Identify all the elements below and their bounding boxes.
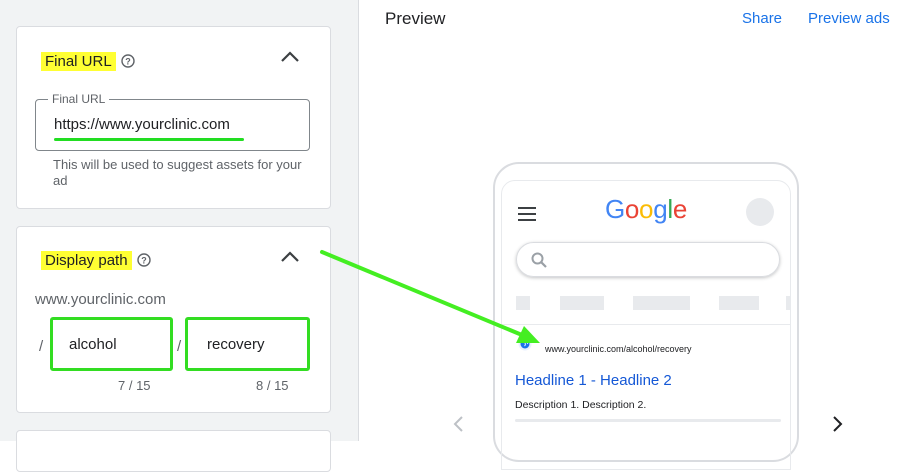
path2-value: recovery xyxy=(207,335,265,353)
help-circle-icon[interactable]: ? xyxy=(136,253,151,267)
final-url-title-text: Final URL xyxy=(41,51,116,71)
logo-letter: o xyxy=(639,194,654,224)
search-input[interactable] xyxy=(516,242,780,277)
display-path-title-text: Display path xyxy=(41,250,132,270)
share-button[interactable]: Share xyxy=(742,10,782,27)
chevron-up-icon xyxy=(281,251,299,262)
chevron-right-icon xyxy=(833,416,843,432)
path2-input[interactable]: recovery xyxy=(185,317,310,371)
path-separator: / xyxy=(39,338,44,355)
display-path-card: Display path ? www.yourclinic.com / alco… xyxy=(16,226,331,413)
help-circle-icon[interactable]: ? xyxy=(120,54,135,68)
collapse-final-url-button[interactable] xyxy=(278,45,302,69)
path2-counter: 8 / 15 xyxy=(256,378,289,393)
tab-placeholder xyxy=(633,296,690,310)
final-url-input[interactable]: Final URL https://www.yourclinic.com xyxy=(35,92,310,151)
preview-panel: Preview Share Preview ads Google www.you… xyxy=(359,0,913,470)
tab-placeholder xyxy=(786,296,790,310)
path-separator: / xyxy=(177,338,182,355)
logo-letter: g xyxy=(653,194,668,224)
next-preview-button[interactable] xyxy=(827,413,847,435)
display-domain: www.yourclinic.com xyxy=(35,291,166,308)
preview-ads-button[interactable]: Preview ads xyxy=(808,10,890,27)
svg-text:?: ? xyxy=(141,255,147,265)
ad-display-url: www.yourclinic.com/alcohol/recovery xyxy=(545,344,692,354)
final-url-card-title: Final URL ? xyxy=(41,48,135,74)
annotation-underline xyxy=(54,138,244,141)
tab-placeholder xyxy=(516,296,530,310)
tab-placeholder xyxy=(560,296,604,310)
ad-divider xyxy=(515,419,781,422)
logo-letter: G xyxy=(604,194,625,224)
search-icon xyxy=(531,252,547,268)
svg-text:?: ? xyxy=(125,56,131,66)
phone-screen: Google www.yourclinic.com/alcohol/recove… xyxy=(501,180,791,470)
logo-letter: e xyxy=(672,194,688,224)
ad-headline[interactable]: Headline 1 - Headline 2 xyxy=(515,372,672,389)
left-panel: Final URL ? Final URL https://www.yourcl… xyxy=(0,0,359,472)
next-card xyxy=(16,430,331,472)
avatar[interactable] xyxy=(746,198,774,226)
display-path-card-title: Display path ? xyxy=(41,247,151,273)
path1-input[interactable]: alcohol xyxy=(50,317,173,371)
final-url-card: Final URL ? Final URL https://www.yourcl… xyxy=(16,26,331,209)
preview-title: Preview xyxy=(385,9,446,28)
chevron-left-icon xyxy=(453,416,463,432)
tabs-divider xyxy=(502,324,790,325)
final-url-field-value: https://www.yourclinic.com xyxy=(54,116,230,133)
collapse-display-path-button[interactable] xyxy=(278,245,302,269)
logo-letter: o xyxy=(624,194,640,224)
phone-mockup: Google www.yourclinic.com/alcohol/recove… xyxy=(493,162,799,470)
previous-preview-button[interactable] xyxy=(449,413,469,435)
ad-description: Description 1. Description 2. xyxy=(515,399,647,411)
path1-counter: 7 / 15 xyxy=(118,378,151,393)
chevron-up-icon xyxy=(281,51,299,62)
path1-value: alcohol xyxy=(69,335,117,353)
globe-icon xyxy=(518,337,532,351)
final-url-hint: This will be used to suggest assets for … xyxy=(53,157,302,188)
final-url-field-label: Final URL xyxy=(48,92,110,106)
tab-placeholder xyxy=(719,296,759,310)
